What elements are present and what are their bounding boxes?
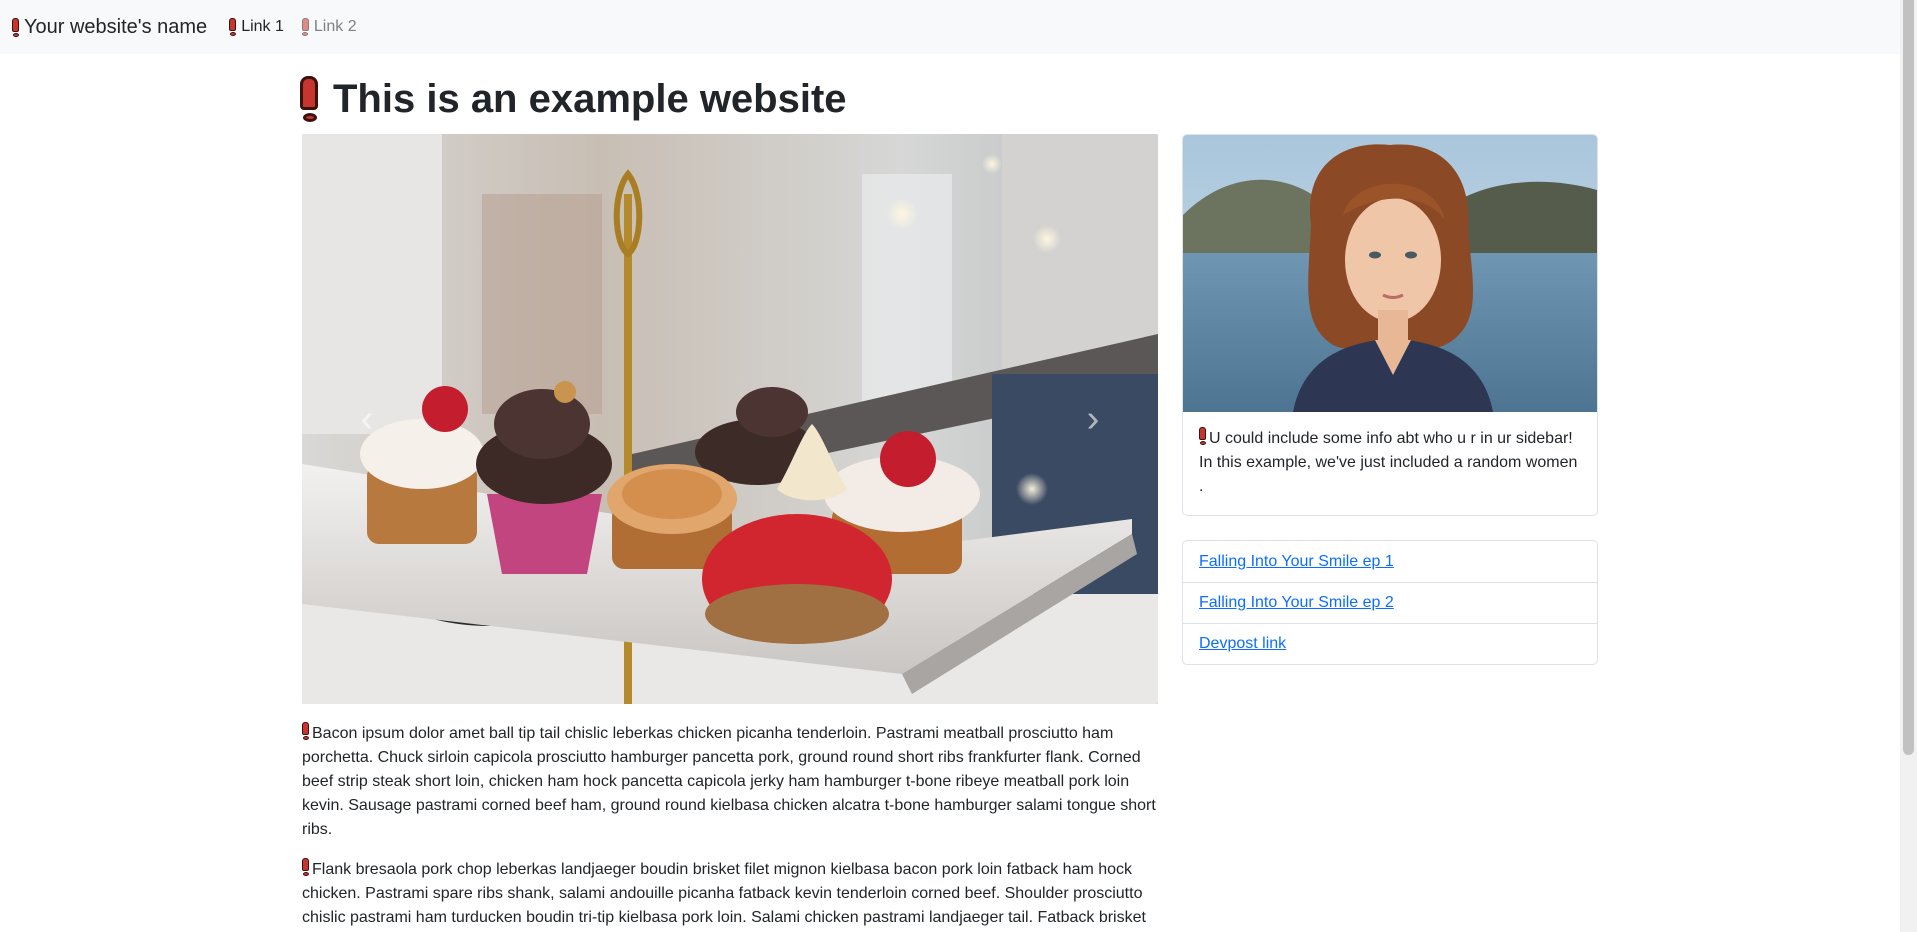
link-falling-into-your-smile-ep1[interactable]: Falling Into Your Smile ep 1	[1199, 553, 1394, 571]
paragraph-text: Bacon ipsum dolor amet ball tip tail chi…	[302, 725, 1156, 838]
card-body: U could include some info abt who u r in…	[1183, 412, 1597, 514]
carousel-next-button[interactable]: ›	[1028, 134, 1158, 704]
list-item: Falling Into Your Smile ep 2	[1183, 582, 1597, 623]
nav-link-2[interactable]: Link 2	[301, 18, 357, 36]
nav-link-1[interactable]: Link 1	[229, 18, 284, 36]
page-title: This is an example website	[300, 76, 847, 122]
scrollbar-thumb[interactable]	[1903, 0, 1914, 755]
link-falling-into-your-smile-ep2[interactable]: Falling Into Your Smile ep 2	[1199, 594, 1394, 612]
chevron-right-icon: ›	[1086, 397, 1100, 440]
exclamation-icon	[302, 858, 309, 876]
vertical-scrollbar[interactable]	[1900, 0, 1917, 932]
paragraph: Bacon ipsum dolor amet ball tip tail chi…	[302, 722, 1158, 842]
exclamation-icon	[302, 722, 309, 740]
main-content: Bacon ipsum dolor amet ball tip tail chi…	[302, 722, 1158, 932]
image-carousel[interactable]: ‹ ›	[302, 134, 1158, 704]
paragraph-text: Flank bresaola pork chop leberkas landja…	[302, 861, 1146, 926]
navbar-brand[interactable]: Your website's name	[12, 16, 207, 39]
list-item: Falling Into Your Smile ep 1	[1183, 541, 1597, 582]
nav-link-label: Link 2	[313, 18, 357, 35]
link-devpost[interactable]: Devpost link	[1199, 635, 1286, 653]
exclamation-icon	[229, 18, 237, 36]
exclamation-icon	[300, 76, 320, 122]
exclamation-icon	[1199, 427, 1206, 445]
exclamation-icon	[301, 18, 309, 36]
sidebar-card: U could include some info abt who u r in…	[1182, 134, 1598, 516]
sidebar-link-list: Falling Into Your Smile ep 1 Falling Int…	[1182, 540, 1598, 665]
profile-photo	[1183, 135, 1597, 412]
card-text: U could include some info abt who u r in…	[1199, 430, 1578, 495]
brand-label: Your website's name	[24, 15, 208, 38]
exclamation-icon	[12, 17, 19, 37]
carousel-prev-button[interactable]: ‹	[302, 134, 432, 704]
paragraph: Flank bresaola pork chop leberkas landja…	[302, 858, 1158, 930]
list-item: Devpost link	[1183, 623, 1597, 664]
chevron-left-icon: ‹	[360, 397, 374, 440]
page-title-text: This is an example website	[333, 76, 847, 121]
navbar: Your website's name Link 1 Link 2	[0, 0, 1900, 54]
nav-link-label: Link 1	[241, 18, 284, 35]
